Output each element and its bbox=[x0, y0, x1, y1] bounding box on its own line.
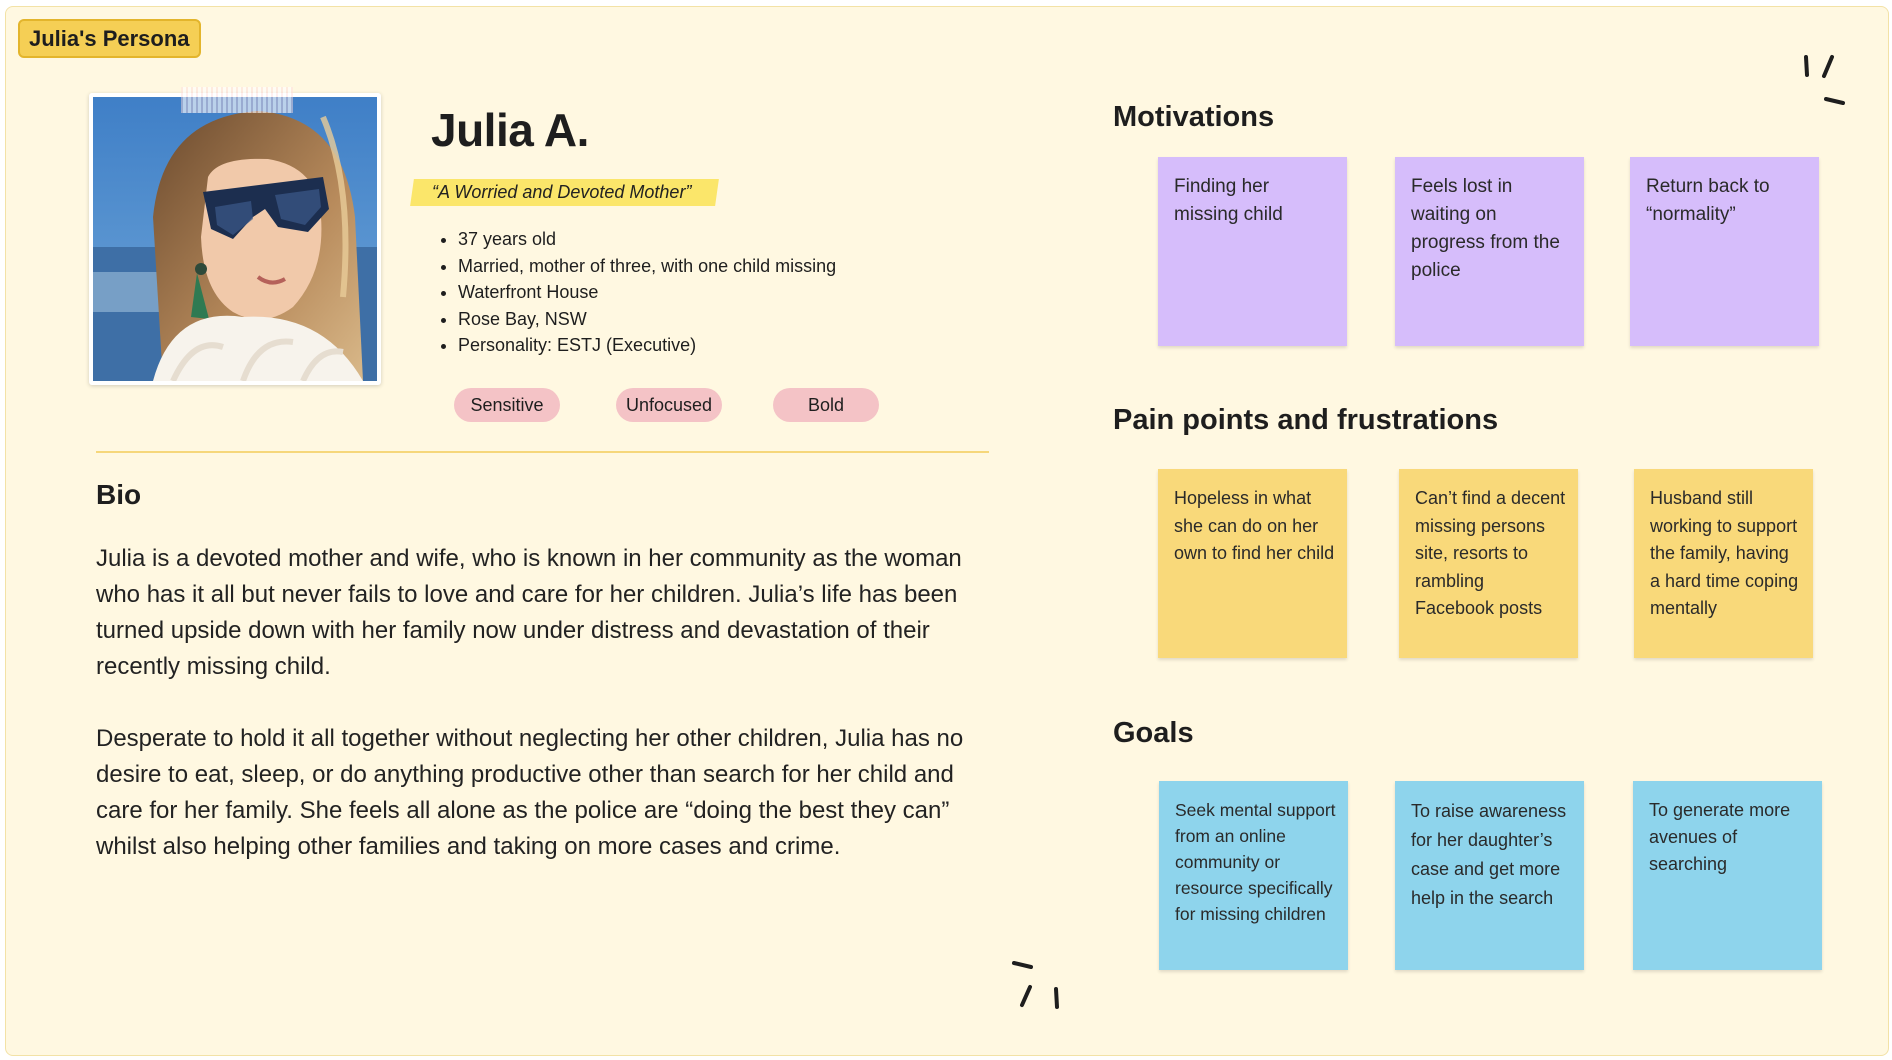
fact-personality: Personality: ESTJ (Executive) bbox=[458, 332, 836, 359]
sticky-note-pain-point[interactable]: Hopeless in what she can do on her own t… bbox=[1158, 469, 1347, 658]
goals-title[interactable]: Goals bbox=[1113, 717, 1194, 750]
sticky-note-pain-point[interactable]: Husband still working to support the fam… bbox=[1634, 469, 1813, 658]
bio-text[interactable]: Julia is a devoted mother and wife, who … bbox=[96, 541, 966, 901]
sparkle-doodle-top-right bbox=[1804, 55, 1845, 105]
sticky-note-pain-point[interactable]: Can’t find a decent missing persons site… bbox=[1399, 469, 1578, 658]
pain-points-title[interactable]: Pain points and frustrations bbox=[1113, 404, 1498, 437]
sticky-note-motivation[interactable]: Finding her missing child bbox=[1158, 157, 1347, 346]
sticky-note-goal[interactable]: To raise awareness for her daughter’s ca… bbox=[1395, 781, 1584, 970]
section-divider bbox=[96, 451, 989, 453]
profile-photo[interactable] bbox=[93, 97, 377, 381]
persona-board: Julia's Persona Julia A. “A Worried and … bbox=[5, 6, 1889, 1056]
persona-tagline-text: “A Worried and Devoted Mother” bbox=[432, 182, 692, 202]
bio-paragraph: Julia is a devoted mother and wife, who … bbox=[96, 545, 962, 680]
trait-tag-bold[interactable]: Bold bbox=[773, 388, 879, 422]
motivations-title[interactable]: Motivations bbox=[1113, 101, 1274, 134]
fact-home: Waterfront House bbox=[458, 279, 836, 306]
fact-age: 37 years old bbox=[458, 226, 836, 253]
fact-family: Married, mother of three, with one child… bbox=[458, 253, 836, 280]
bio-title[interactable]: Bio bbox=[96, 479, 141, 511]
fact-location: Rose Bay, NSW bbox=[458, 306, 836, 333]
persona-tagline[interactable]: “A Worried and Devoted Mother” bbox=[410, 179, 720, 206]
profile-photo-frame bbox=[89, 93, 381, 385]
persona-facts[interactable]: 37 years old Married, mother of three, w… bbox=[436, 226, 836, 359]
sticky-note-motivation[interactable]: Feels lost in waiting on progress from t… bbox=[1395, 157, 1584, 346]
bio-paragraph: Desperate to hold it all together withou… bbox=[96, 725, 964, 860]
trait-tag-sensitive[interactable]: Sensitive bbox=[454, 388, 560, 422]
frame-label[interactable]: Julia's Persona bbox=[18, 19, 201, 58]
photo-tape bbox=[181, 87, 293, 113]
sparkle-doodle-bottom bbox=[1012, 961, 1059, 1009]
sticky-note-goal[interactable]: To generate more avenues of searching bbox=[1633, 781, 1822, 970]
sticky-note-goal[interactable]: Seek mental support from an online commu… bbox=[1159, 781, 1348, 970]
trait-tag-unfocused[interactable]: Unfocused bbox=[616, 388, 722, 422]
persona-name[interactable]: Julia A. bbox=[431, 103, 589, 157]
sticky-note-motivation[interactable]: Return back to “normality” bbox=[1630, 157, 1819, 346]
